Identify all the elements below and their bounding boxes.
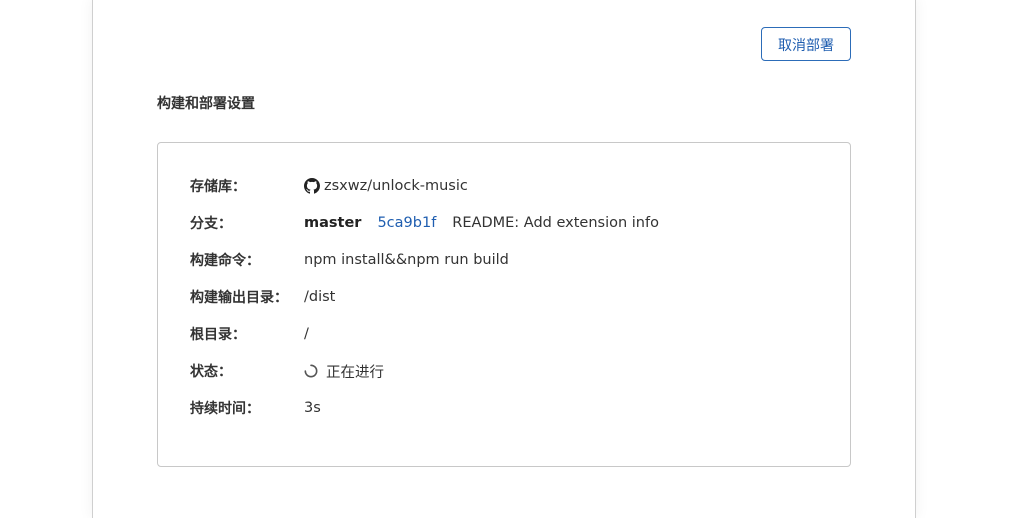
spinner-icon [304, 364, 318, 378]
commit-message: README: Add extension info [452, 215, 659, 231]
section-title: 构建和部署设置 [157, 96, 255, 112]
root-dir-row: 根目录： / [190, 323, 309, 345]
duration-row: 持续时间： 3s [190, 397, 321, 419]
repository-label: 存储库： [190, 179, 246, 195]
commit-hash-link[interactable]: 5ca9b1f [377, 215, 436, 231]
duration-label: 持续时间： [190, 401, 260, 417]
build-command-label: 构建命令： [190, 253, 260, 269]
status-value: 正在进行 [304, 361, 384, 382]
repository-name[interactable]: zsxwz/unlock-music [324, 178, 468, 194]
cancel-deploy-button[interactable]: 取消部署 [761, 27, 851, 61]
output-dir-value: /dist [304, 289, 336, 305]
build-settings-card: 存储库： zsxwz/unlock-music 分支： master 5ca9b… [157, 142, 851, 467]
repository-row: 存储库： zsxwz/unlock-music [190, 175, 468, 197]
status-row: 状态： 正在进行 [190, 360, 384, 382]
build-command-row: 构建命令： npm install&&npm run build [190, 249, 509, 271]
root-dir-value: / [304, 326, 309, 342]
branch-name: master [304, 215, 362, 231]
output-dir-row: 构建输出目录： /dist [190, 286, 335, 308]
output-dir-label: 构建输出目录： [190, 290, 288, 306]
status-text: 正在进行 [326, 364, 384, 381]
repository-value: zsxwz/unlock-music [304, 178, 468, 194]
root-dir-label: 根目录： [190, 327, 246, 343]
status-label: 状态： [190, 364, 232, 380]
branch-row: 分支： master 5ca9b1f README: Add extension… [190, 212, 659, 234]
branch-label: 分支： [190, 216, 232, 232]
github-icon [304, 178, 320, 194]
duration-value: 3s [304, 400, 321, 416]
branch-value: master 5ca9b1f README: Add extension inf… [304, 215, 659, 231]
build-command-value: npm install&&npm run build [304, 252, 509, 268]
